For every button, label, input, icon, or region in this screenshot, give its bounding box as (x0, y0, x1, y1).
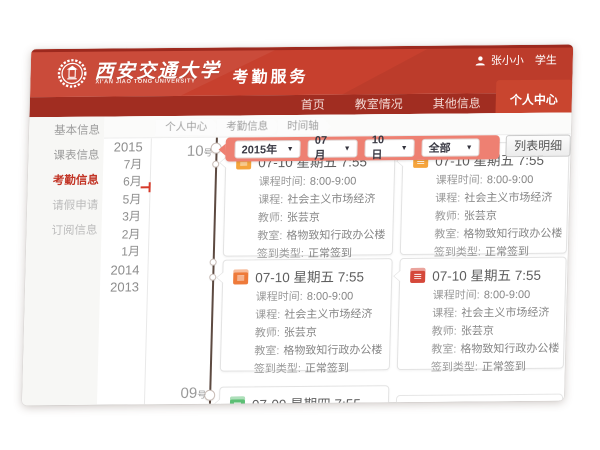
sidebar-item-attendance-info[interactable]: 考勤信息 (27, 169, 103, 195)
content-area: 基本信息 课表信息 考勤信息 请假申请 订阅信息 2015 7月 6月 5月 3… (22, 113, 572, 406)
person-icon (475, 55, 486, 66)
nav-item-classrooms[interactable]: 教室情况 (339, 94, 418, 115)
breadcrumb-attendance-info[interactable]: 考勤信息 (216, 118, 280, 136)
timeline-panel: 个人中心 考勤信息 时间轴 10号 09号 (146, 113, 572, 405)
month-item-feb[interactable]: 2月 (101, 226, 148, 244)
card-title: 07-09 星期四 7:55 (252, 392, 361, 405)
sidebar-item-leave-request[interactable]: 请假申请 (27, 194, 103, 220)
month-item-jun[interactable]: 6月 (103, 173, 150, 191)
date-filter-callout: 2015年▼ 07月▼ 10日▼ 全部▼ (225, 135, 500, 161)
nav-item-home[interactable]: 首页 (285, 95, 340, 115)
nav-item-personal-center[interactable]: 个人中心 (495, 80, 572, 114)
calendar-icon (410, 267, 425, 282)
card-title: 07-10 星期五 7:55 (255, 265, 364, 286)
screenshot-canvas: 西安交通大学 XI'AN JIAO TONG UNIVERSITY 考勤服务 张… (0, 0, 600, 450)
calendar-icon (233, 269, 248, 284)
year-item-2014[interactable]: 2014 (100, 261, 147, 279)
month-item-mar[interactable]: 3月 (102, 208, 149, 226)
app-title: 考勤服务 (232, 63, 309, 88)
year-dropdown[interactable]: 2015年▼ (234, 140, 300, 159)
chevron-down-icon: ▼ (466, 144, 473, 151)
day-label-09: 09号 (160, 385, 206, 403)
breadcrumb-timeline[interactable]: 时间轴 (277, 118, 331, 135)
month-item-jul[interactable]: 7月 (103, 156, 150, 174)
nav-item-other-info[interactable]: 其他信息 (417, 93, 496, 114)
user-name: 张小小 (491, 52, 524, 68)
attendance-card: 07-09 星期四 7:55 (218, 385, 389, 405)
card-title: 07-10 星期五 7:55 (432, 264, 541, 285)
sidebar-item-subscription-info[interactable]: 订阅信息 (26, 219, 102, 245)
university-name-en: XI'AN JIAO TONG UNIVERSITY (95, 78, 195, 85)
chevron-down-icon: ▼ (344, 145, 351, 152)
day-label-10: 10号 (166, 143, 212, 161)
year-item-2015[interactable]: 2015 (103, 138, 150, 156)
attendance-card: 07-10 星期五 7:55 课程时间:8:00-9:00 课程:社会主义市场经… (397, 257, 567, 370)
current-month-marker-tick (148, 182, 150, 192)
user-role: 学生 (535, 52, 557, 68)
list-detail-button[interactable]: 列表明细 (505, 135, 571, 158)
month-dropdown[interactable]: 07月▼ (307, 139, 357, 157)
calendar-icon (230, 396, 245, 405)
user-info[interactable]: 张小小 学生 (475, 52, 557, 69)
attendance-card-clipped (396, 394, 563, 406)
day-dropdown[interactable]: 10日▼ (364, 139, 414, 157)
app-header: 西安交通大学 XI'AN JIAO TONG UNIVERSITY 考勤服务 张… (30, 45, 573, 98)
sidebar-item-schedule-info[interactable]: 课表信息 (28, 144, 104, 170)
sidebar-item-basic-info[interactable]: 基本信息 (29, 119, 105, 145)
timeline-node (210, 259, 217, 266)
university-logo-icon (56, 58, 88, 89)
breadcrumb-personal-center[interactable]: 个人中心 (155, 119, 219, 137)
year-item-2013[interactable]: 2013 (100, 278, 147, 296)
sidebar: 基本信息 课表信息 考勤信息 请假申请 订阅信息 (22, 117, 105, 406)
chevron-down-icon: ▼ (401, 144, 408, 151)
chevron-down-icon: ▼ (287, 145, 294, 152)
attendance-card: 07-10 星期五 7:55 课程时间:8:00-9:00 课程:社会主义市场经… (220, 258, 393, 372)
scope-dropdown[interactable]: 全部▼ (421, 138, 479, 157)
app-window: 西安交通大学 XI'AN JIAO TONG UNIVERSITY 考勤服务 张… (22, 45, 573, 406)
month-item-jan[interactable]: 1月 (101, 243, 148, 261)
month-item-may[interactable]: 5月 (102, 191, 149, 209)
timeline-year-column: 2015 7月 6月 5月 3月 2月 1月 2014 2013 (97, 138, 152, 404)
